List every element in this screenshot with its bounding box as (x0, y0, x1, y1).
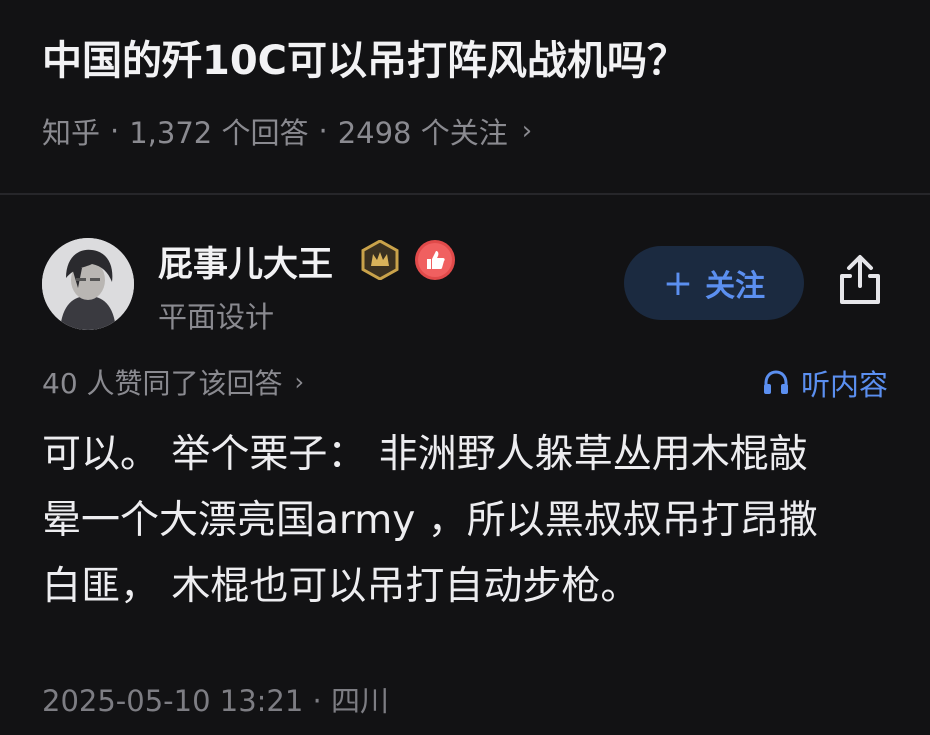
author-subtitle: 平面设计 (158, 300, 275, 334)
chevron-right-icon: › (521, 116, 533, 146)
answer-line: 可以。 举个栗子： 非洲野人躲草丛用木棍敲 (42, 432, 808, 477)
avatar-image (42, 238, 134, 330)
follow-button[interactable]: + 关注 (624, 246, 804, 320)
meta-separator: · (110, 114, 120, 148)
likes-summary[interactable]: 40 人赞同了该回答 › (42, 362, 304, 402)
divider (0, 193, 930, 195)
answer-content[interactable]: 可以。 举个栗子： 非洲野人躲草丛用木棍敲 晕一个大漂亮国army ，所以黑叔叔… (42, 422, 892, 620)
question-title[interactable]: 中国的歼10C可以吊打阵风战机吗？ (42, 28, 687, 86)
share-icon[interactable] (834, 252, 886, 308)
crown-badge-icon[interactable] (360, 240, 400, 280)
meta-separator: · (318, 114, 328, 148)
avatar[interactable] (42, 238, 134, 330)
answer-count: 1,372 个回答 (129, 116, 309, 150)
plus-icon: + (662, 262, 694, 304)
thumbs-up-badge-icon[interactable] (414, 239, 456, 281)
headphones-icon (763, 370, 788, 394)
chevron-right-icon: › (294, 368, 305, 396)
question-meta[interactable]: 知乎 · 1,372 个回答 · 2498 个关注 › (42, 110, 532, 152)
author-name[interactable]: 屁事儿大王 (158, 236, 333, 287)
follower-count: 2498 个关注 (337, 116, 508, 150)
answer-line: 晕一个大漂亮国army ，所以黑叔叔吊打昂撒 (42, 498, 818, 543)
follow-label: 关注 (705, 269, 766, 304)
listen-label: 听内容 (800, 368, 888, 402)
likes-text: 40 人赞同了该回答 (42, 367, 283, 400)
listen-button[interactable]: 听内容 (761, 362, 888, 404)
answer-line: 白匪， 木棍也可以吊打自动步枪。 (42, 564, 640, 609)
source-label: 知乎 (42, 116, 101, 150)
answer-timestamp-location: 2025-05-10 13:21 · 四川 (42, 684, 389, 718)
